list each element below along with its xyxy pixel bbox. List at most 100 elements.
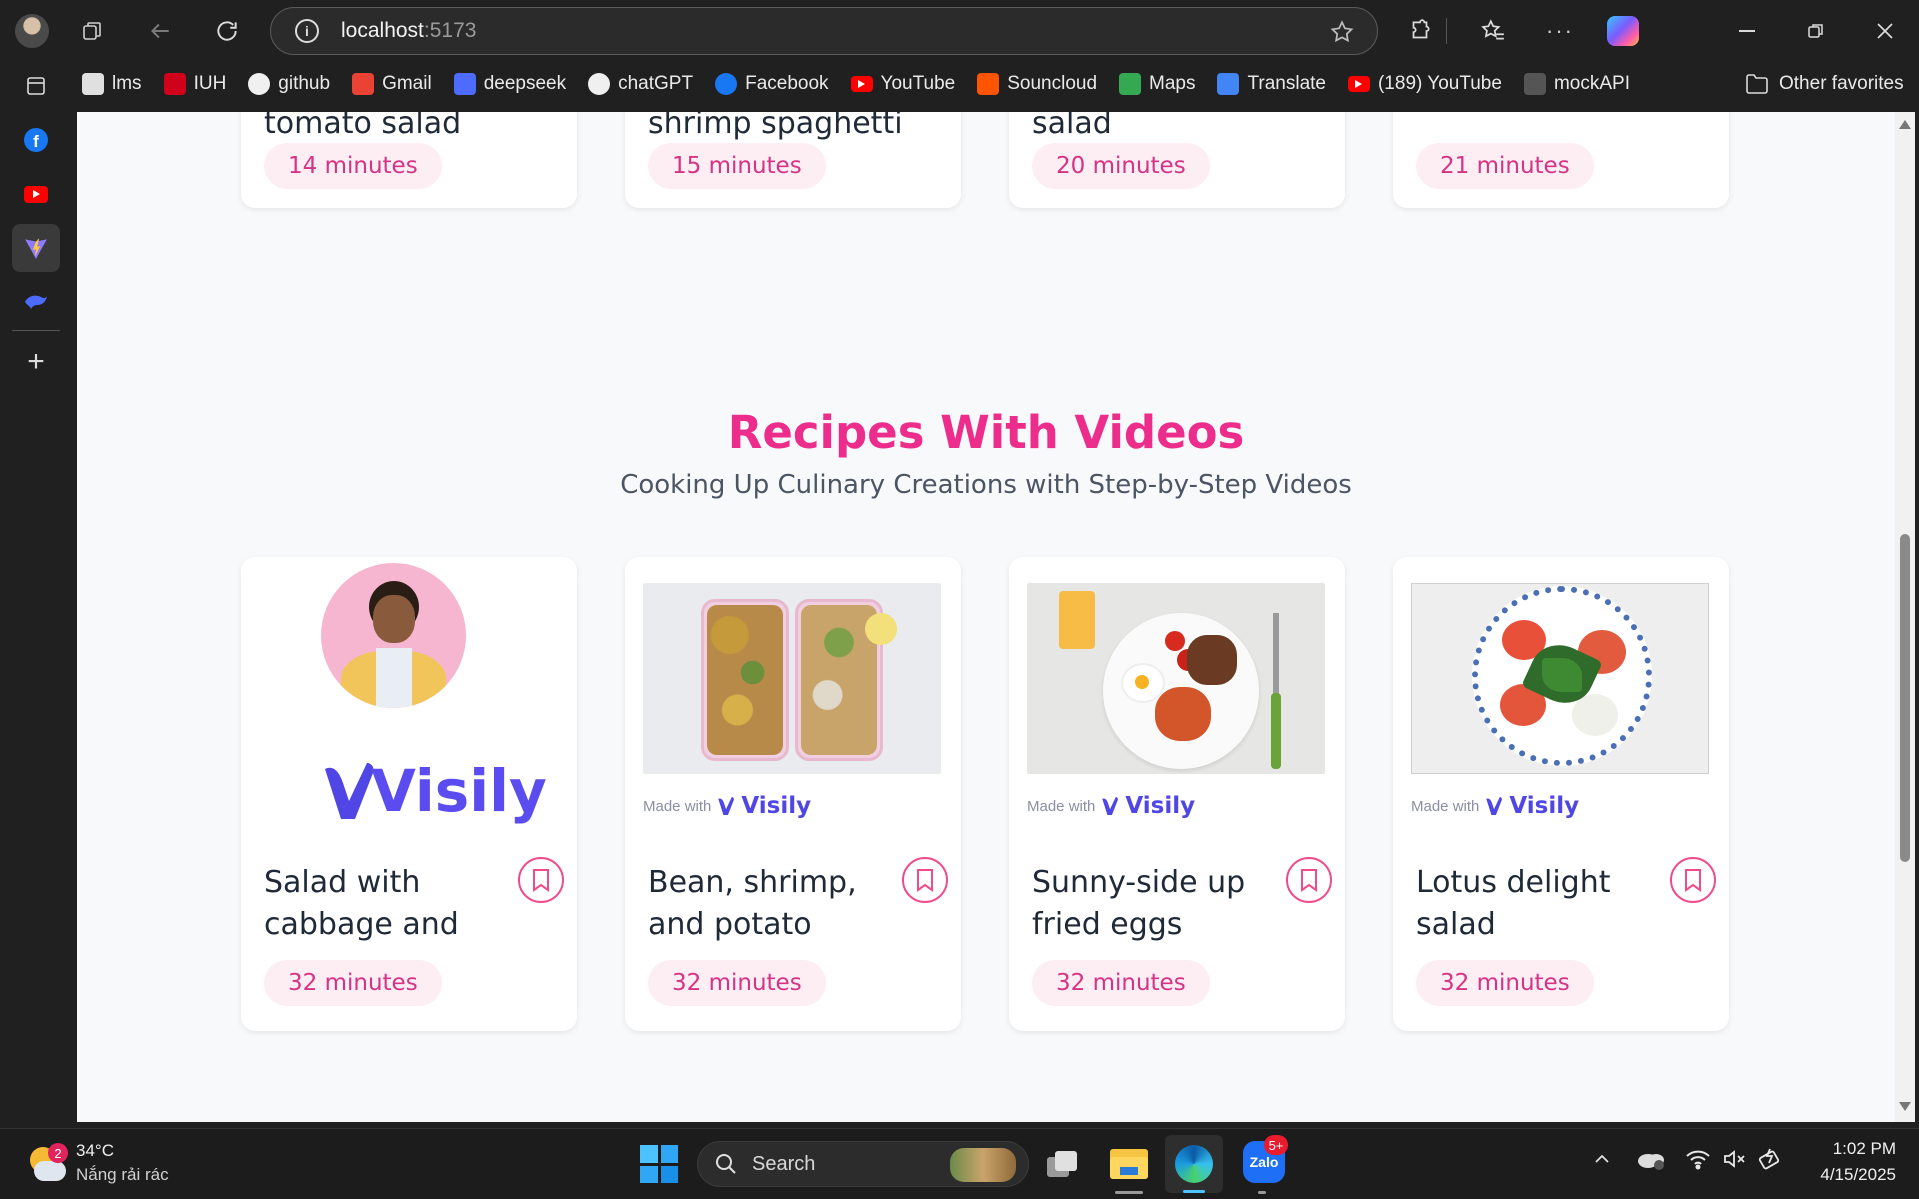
bookmark-mockapi[interactable]: mockAPI <box>1523 73 1630 95</box>
cook-time-badge: 20 minutes <box>1032 143 1210 189</box>
address-bar[interactable]: i localhost:5173 <box>270 7 1378 55</box>
bookmark-maps[interactable]: Maps <box>1119 73 1195 95</box>
made-with-label: Made with <box>1411 797 1480 815</box>
recipe-title: Lotus delight salad <box>1416 865 1611 942</box>
task-view-icon[interactable] <box>1043 1145 1081 1183</box>
sidebar-youtube-icon[interactable] <box>12 170 60 218</box>
recipe-card[interactable]: Made with Visily Lotus delight salad 32 … <box>1393 557 1729 1031</box>
youtube-icon <box>1347 76 1370 92</box>
tab-actions-icon[interactable] <box>12 62 60 110</box>
sidebar-facebook-icon[interactable]: f <box>12 116 60 164</box>
more-options-icon[interactable]: ··· <box>1540 12 1580 50</box>
clock-time[interactable]: 1:02 PM <box>1796 1139 1896 1159</box>
bookmark-label: Facebook <box>745 73 829 94</box>
sidebar-deepseek-icon[interactable] <box>12 278 60 326</box>
chevron-up-icon[interactable] <box>1592 1149 1612 1175</box>
visily-logo-text: Visily <box>371 757 547 825</box>
recipe-card[interactable]: Made with Visily Bean, shrimp, and potat… <box>625 557 961 1031</box>
wifi-icon[interactable] <box>1685 1147 1711 1176</box>
recipe-title: Bean, shrimp, and potato salad <box>648 865 857 942</box>
file-explorer-icon[interactable] <box>1108 1143 1150 1183</box>
profile-avatar[interactable] <box>12 12 52 50</box>
recipe-card[interactable]: shrimp spaghetti 15 minutes <box>625 112 961 208</box>
close-window-icon[interactable] <box>1865 12 1905 50</box>
weather-description[interactable]: Nắng rải rác <box>76 1165 169 1185</box>
bookmark-icon <box>1301 869 1317 892</box>
copilot-icon[interactable] <box>1603 12 1643 50</box>
recipe-title: Salad with cabbage and <box>264 865 459 942</box>
page-scrollbar[interactable] <box>1895 112 1915 1122</box>
bookmark-youtube[interactable]: YouTube <box>850 73 955 95</box>
scroll-up-arrow[interactable] <box>1899 120 1911 129</box>
workspaces-icon[interactable] <box>72 12 112 50</box>
weather-temp[interactable]: 34°C <box>76 1141 114 1161</box>
edge-taskbar-button[interactable] <box>1165 1135 1223 1193</box>
bookmark-github[interactable]: github <box>248 73 330 95</box>
bookmark-button[interactable] <box>1286 857 1332 903</box>
volume-muted-icon[interactable] <box>1722 1147 1748 1176</box>
recipe-card[interactable]: tomato salad 14 minutes <box>241 112 577 208</box>
made-with-label: Made with <box>643 797 712 815</box>
bookmark-189-youtube[interactable]: (189) YouTube <box>1347 73 1502 95</box>
bookmarks-bar: lms IUH github Gmail deepseek chatGPT Facebook… <box>82 62 1919 106</box>
windows-taskbar: 2 34°C Nắng rải rác Search Zalo 5+ 1:02 … <box>0 1128 1919 1199</box>
recipe-card[interactable]: Visily Salad with cabbage and 32 minutes <box>241 557 577 1031</box>
cook-time-badge: 15 minutes <box>648 143 826 189</box>
recipe-card[interactable]: salad 20 minutes <box>1009 112 1345 208</box>
bookmark-label: github <box>278 73 331 94</box>
restore-icon[interactable] <box>1796 12 1836 50</box>
recipe-image-fried-eggs <box>1027 583 1325 774</box>
bookmark-button[interactable] <box>902 857 948 903</box>
visily-mark-icon <box>1102 797 1119 815</box>
back-icon[interactable] <box>140 12 180 50</box>
bookmark-label: deepseek <box>483 73 567 94</box>
onedrive-icon[interactable] <box>1636 1147 1666 1176</box>
search-label: Search <box>752 1152 816 1175</box>
bookmark-translate[interactable]: Translate <box>1217 73 1326 95</box>
soundcloud-icon <box>977 73 1000 95</box>
other-favorites[interactable]: Other favorites <box>1745 62 1904 106</box>
battery-charging-icon[interactable] <box>1756 1145 1784 1178</box>
address-port: :5173 <box>423 19 477 42</box>
favorites-icon[interactable] <box>1473 12 1513 50</box>
bookmark-souncloud[interactable]: Souncloud <box>977 73 1097 95</box>
visily-mark-icon <box>1486 797 1503 815</box>
bookmark-label: Translate <box>1247 73 1326 94</box>
scrollbar-thumb[interactable] <box>1900 534 1910 862</box>
gmail-icon <box>352 73 375 95</box>
bookmark-label: chatGPT <box>618 73 694 94</box>
minimize-icon[interactable] <box>1727 12 1767 50</box>
bookmark-label: (189) YouTube <box>1377 73 1502 94</box>
extensions-icon[interactable] <box>1400 12 1440 50</box>
bookmark-deepseek[interactable]: deepseek <box>453 73 567 95</box>
bookmark-facebook[interactable]: Facebook <box>715 73 829 95</box>
bookmark-iuh[interactable]: IUH <box>163 73 226 95</box>
section-subtitle: Cooking Up Culinary Creations with Step-… <box>620 470 1352 500</box>
favorite-star-icon[interactable] <box>1329 19 1355 50</box>
bookmark-button[interactable] <box>1670 857 1716 903</box>
taskbar-search[interactable]: Search <box>697 1141 1029 1187</box>
recipe-image-bean-shrimp <box>643 583 941 774</box>
bookmark-lms[interactable]: lms <box>82 73 142 95</box>
weather-widget-icon[interactable]: 2 <box>26 1143 70 1187</box>
cook-time-badge: 32 minutes <box>648 960 826 1006</box>
add-sidebar-app-icon[interactable]: + <box>12 338 60 386</box>
scroll-down-arrow[interactable] <box>1899 1102 1911 1111</box>
site-info-icon[interactable]: i <box>295 19 319 43</box>
deepseek-icon <box>453 73 476 95</box>
bookmark-label: Souncloud <box>1007 73 1098 94</box>
bookmark-gmail[interactable]: Gmail <box>352 73 432 95</box>
clock-date[interactable]: 4/15/2025 <box>1796 1165 1896 1185</box>
section-title: Recipes With Videos <box>727 406 1245 459</box>
refresh-icon[interactable] <box>207 12 247 50</box>
bookmark-label: Gmail <box>382 73 432 94</box>
recipe-image-lotus-salad <box>1411 583 1709 774</box>
address-host: localhost <box>341 19 424 42</box>
search-highlight-image <box>950 1148 1016 1182</box>
recipe-card[interactable]: Made with Visily Sunny-side up fried egg… <box>1009 557 1345 1031</box>
recipe-card[interactable]: 21 minutes <box>1393 112 1729 208</box>
sidebar-vite-icon[interactable] <box>12 224 60 272</box>
windows-start-icon[interactable] <box>640 1145 678 1183</box>
bookmark-chatgpt[interactable]: chatGPT <box>588 73 693 95</box>
bookmark-button[interactable] <box>518 857 564 903</box>
